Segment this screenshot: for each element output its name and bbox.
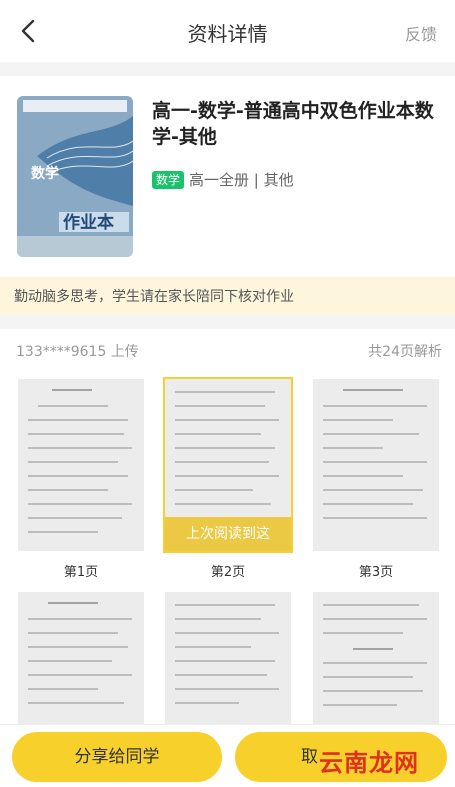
cover-subject: 数学 — [31, 165, 59, 182]
share-to-classmate-button[interactable]: 分享给同学 — [12, 732, 222, 782]
divider — [0, 62, 455, 76]
page-thumbnail-4[interactable] — [18, 592, 144, 724]
book-cover-art: 数学 作业本 — [17, 96, 133, 257]
page-thumbnail-6[interactable] — [313, 592, 439, 724]
page-thumbnail-3[interactable] — [313, 379, 439, 551]
cover-name: 作业本 — [63, 212, 114, 233]
page-count: 共24页解析 — [368, 344, 442, 360]
book-title: 高一-数学-普通高中双色作业本数学-其他 — [152, 100, 434, 148]
page-thumbnail-1[interactable] — [18, 379, 144, 551]
subject-badge: 数学 — [152, 171, 185, 189]
book-cover[interactable]: 数学 作业本 — [17, 96, 133, 257]
last-read-marker: 上次阅读到这 — [165, 517, 291, 551]
book-meta: 高一全册 | 其他 — [189, 171, 294, 189]
page-label-3: 第3页 — [358, 565, 394, 580]
notice-text: 勤动脑多思考，学生请在家长陪同下核对作业 — [14, 289, 294, 305]
feedback-link[interactable]: 反馈 — [405, 21, 437, 45]
page-label-2: 第2页 — [210, 565, 246, 580]
page-thumbnail-5[interactable] — [165, 592, 291, 724]
watermark-logo: 云南龙网 — [319, 749, 419, 777]
uploader-info: 133****9615 上传 — [16, 344, 139, 360]
secondary-action-label: 取 — [301, 747, 318, 767]
page-label-1: 第1页 — [63, 565, 99, 580]
divider — [0, 315, 455, 329]
page-title: 资料详情 — [187, 22, 268, 46]
page-thumbnail-2[interactable]: 上次阅读到这 — [163, 377, 293, 553]
secondary-action-button[interactable]: 取 云南龙网 — [235, 732, 447, 782]
